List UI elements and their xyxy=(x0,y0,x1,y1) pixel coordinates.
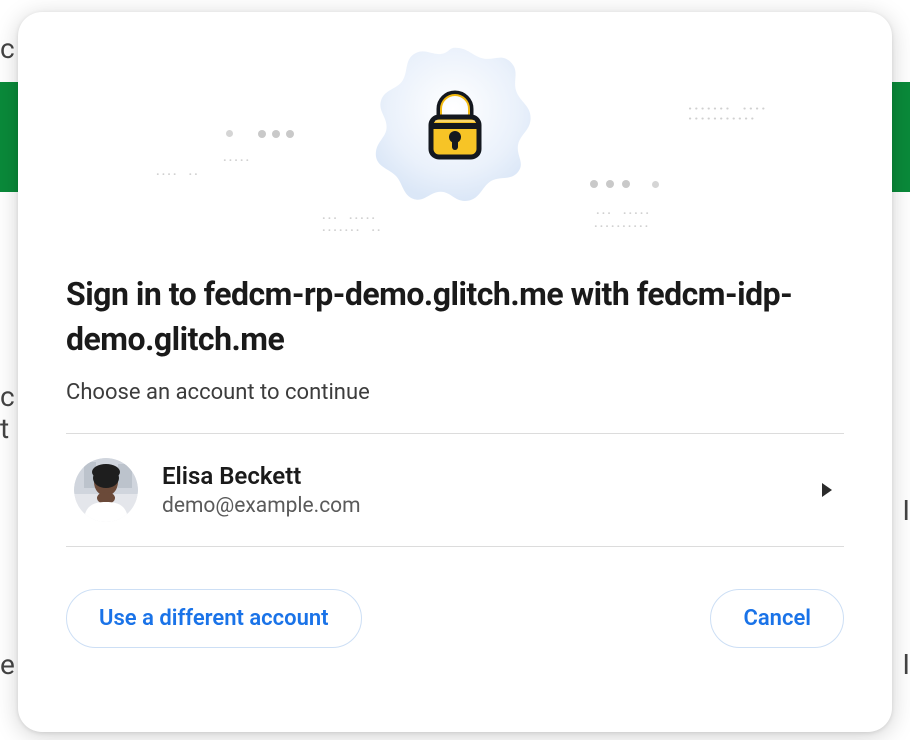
signin-dialog: ······· ···· ··········· ····· ···· ·· ·… xyxy=(18,12,892,732)
cancel-button[interactable]: Cancel xyxy=(710,589,844,648)
decorative-dots xyxy=(226,130,233,137)
avatar xyxy=(74,458,138,522)
decorative-dashes: ····· xyxy=(223,154,251,166)
background-text-fragment: I xyxy=(902,494,910,527)
background-text-fragment: e xyxy=(0,648,15,681)
background-text-fragment: c xyxy=(0,380,15,413)
account-text: Elisa Beckett demo@example.com xyxy=(162,462,812,518)
decorative-dots xyxy=(258,130,294,138)
use-different-account-button[interactable]: Use a different account xyxy=(66,589,362,648)
account-name: Elisa Beckett xyxy=(162,462,812,490)
dialog-subtitle: Choose an account to continue xyxy=(66,380,844,405)
decorative-dashes: ··· ····· xyxy=(596,207,651,219)
account-option[interactable]: Elisa Beckett demo@example.com xyxy=(66,434,844,546)
dialog-content: Sign in to fedcm-rp-demo.glitch.me with … xyxy=(18,242,892,547)
background-text-fragment: t xyxy=(0,412,9,445)
decorative-dashes: ···· ·· xyxy=(156,168,200,180)
lock-icon xyxy=(423,89,487,165)
decorative-dashes: ·········· xyxy=(594,220,650,232)
account-email: demo@example.com xyxy=(162,494,812,518)
background-text-fragment: c xyxy=(0,32,15,65)
chevron-right-icon xyxy=(820,482,834,498)
hero-illustration: ······· ···· ··········· ····· ···· ·· ·… xyxy=(18,12,892,242)
background-text-fragment: I xyxy=(902,648,910,681)
decorative-dashes: ··········· xyxy=(688,112,756,126)
hero-badge xyxy=(365,37,545,217)
dialog-title: Sign in to fedcm-rp-demo.glitch.me with … xyxy=(66,272,844,362)
decorative-dots xyxy=(590,180,659,188)
dialog-actions: Use a different account Cancel xyxy=(18,547,892,648)
decorative-dashes: ······· ·· xyxy=(322,224,383,236)
